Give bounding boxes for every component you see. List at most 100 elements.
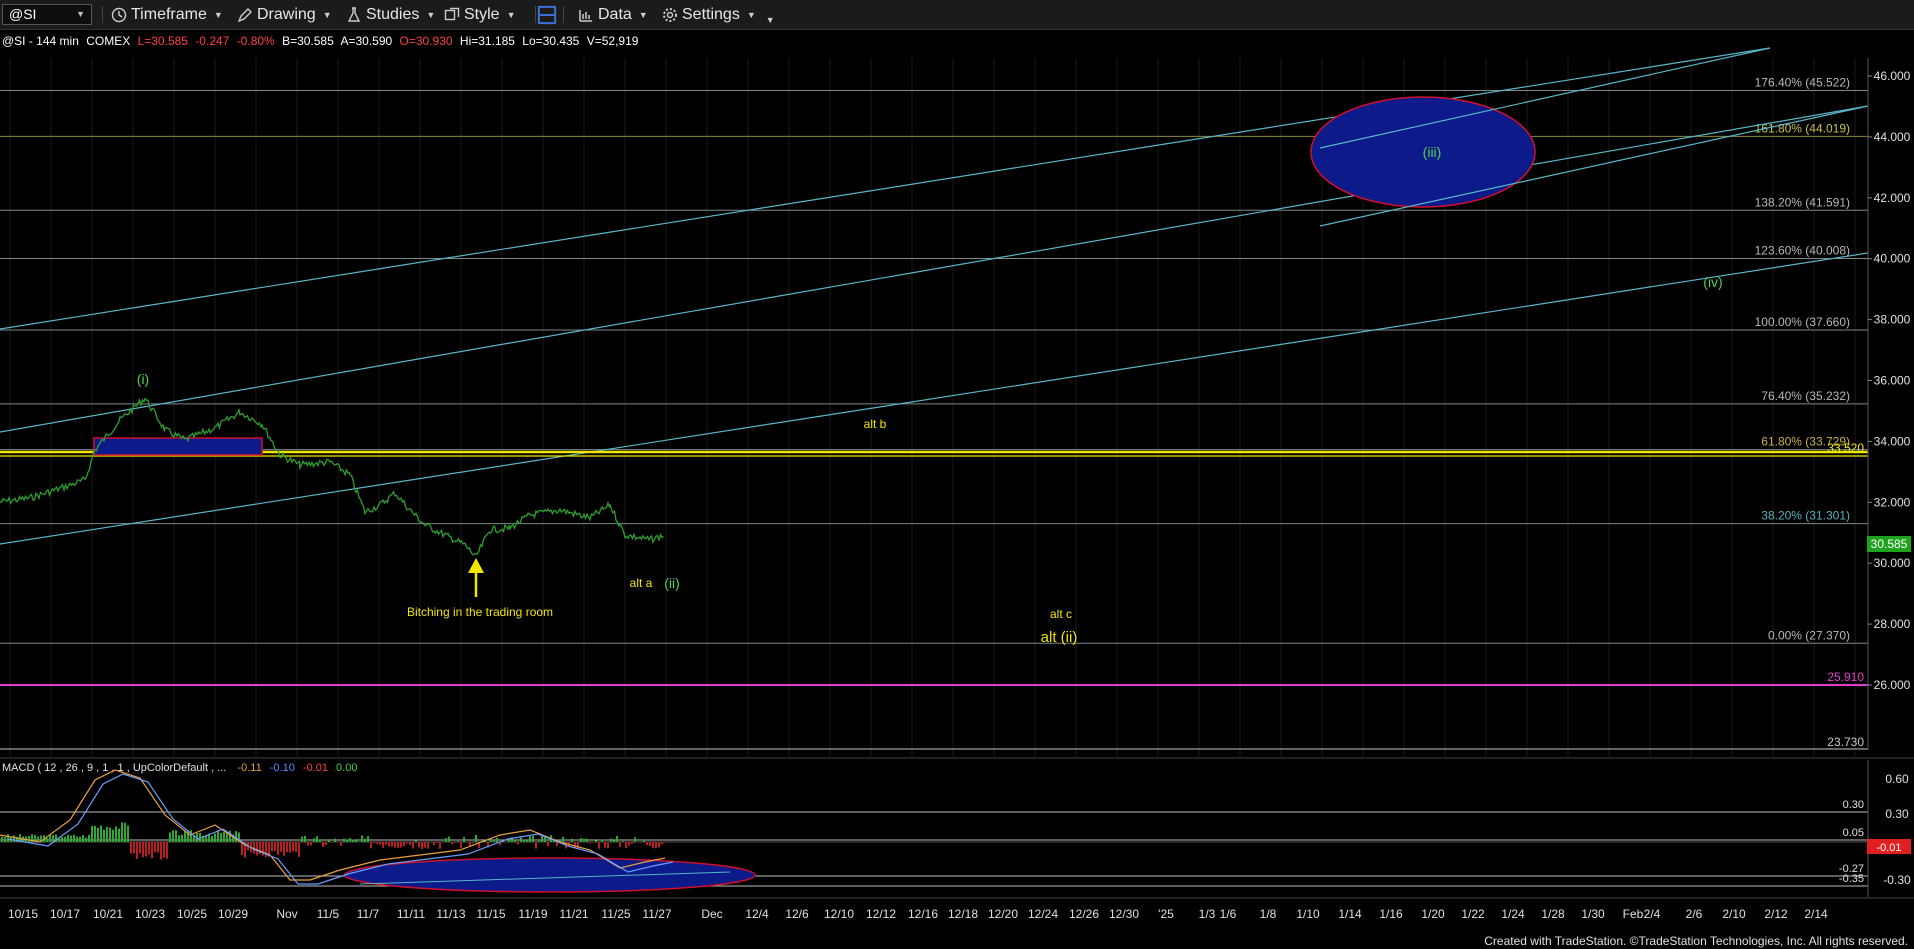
layout-icon bbox=[537, 5, 557, 24]
alt-b-label: alt b bbox=[864, 417, 887, 431]
time-axis-label: 12/6 bbox=[785, 907, 809, 921]
chevron-down-icon: ▼ bbox=[322, 9, 332, 20]
time-axis-label: 11/13 bbox=[436, 907, 465, 921]
symbol-value: @SI bbox=[9, 6, 37, 22]
time-axis-label: 11/19 bbox=[518, 907, 547, 921]
time-axis-label: 10/15 bbox=[8, 907, 38, 921]
magenta-level-label: 25.910 bbox=[1827, 670, 1864, 684]
time-axis-label: 12/4 bbox=[745, 907, 769, 921]
wave-i-label: (i) bbox=[137, 371, 149, 387]
alt-a-label: alt a bbox=[630, 576, 653, 590]
copyright-footer: Created with TradeStation. ©TradeStation… bbox=[1484, 934, 1908, 948]
drawing-button[interactable]: Drawing ▼ bbox=[237, 4, 332, 25]
studies-label: Studies bbox=[366, 5, 420, 23]
gear-icon bbox=[663, 7, 677, 22]
flask-icon bbox=[347, 6, 361, 22]
time-axis-label: 12/26 bbox=[1069, 907, 1099, 921]
macd-level-label-2: 0.05 bbox=[1843, 827, 1864, 839]
studies-button[interactable]: Studies ▼ bbox=[346, 4, 435, 25]
chevron-down-icon: ▼ bbox=[506, 9, 516, 20]
time-axis-label: 2/6 bbox=[1686, 907, 1703, 921]
time-axis-label: 11/7 bbox=[357, 907, 380, 921]
timeframe-label: Timeframe bbox=[131, 5, 207, 23]
time-axis-label: 1/30 bbox=[1581, 907, 1605, 921]
fib-level-label: 76.40% (35.232) bbox=[1761, 389, 1850, 403]
channel-line-bottom bbox=[0, 252, 1869, 545]
header-pct: -0.80% bbox=[237, 34, 275, 48]
header-ask: A=30.590 bbox=[340, 34, 392, 48]
time-axis-label: 1/8 bbox=[1260, 907, 1277, 921]
yellow-level-label: 33.520 bbox=[1827, 441, 1864, 455]
bottom-level-label: 23.730 bbox=[1827, 735, 1864, 749]
drawing-label: Drawing bbox=[257, 5, 316, 23]
toolbar-divider bbox=[535, 6, 536, 23]
macd-title: MACD ( 12 , 26 , 9 , 1 , 1 , UpColorDefa… bbox=[2, 762, 357, 774]
pencil-icon bbox=[237, 7, 252, 22]
fib-level-label: 176.40% (45.522) bbox=[1755, 76, 1850, 90]
channel-line-middle bbox=[0, 105, 1869, 433]
consolidation-box[interactable] bbox=[93, 437, 263, 456]
macd-histogram bbox=[1, 822, 663, 860]
last-price-label: 30.585 bbox=[1871, 537, 1908, 551]
time-axis-label: 1/22 bbox=[1461, 907, 1485, 921]
time-axis-label: 11/25 bbox=[601, 907, 630, 921]
header-open: O=30.930 bbox=[400, 34, 453, 48]
timeframe-button[interactable]: Timeframe ▼ bbox=[111, 4, 223, 25]
layout-button[interactable] bbox=[537, 4, 561, 25]
settings-label: Settings bbox=[682, 5, 740, 23]
fib-level-label: 138.20% (41.591) bbox=[1755, 195, 1850, 209]
macd-tick-mid: 0.30 bbox=[1885, 807, 1909, 821]
time-axis-label: 11/21 bbox=[559, 907, 588, 921]
chevron-down-icon: ▼ bbox=[213, 9, 223, 20]
fib-levels: 176.40% (45.522)161.80% (44.019)138.20% … bbox=[0, 76, 1868, 644]
header-symbol: @SI - 144 min bbox=[2, 34, 79, 48]
time-axis-label: 12/16 bbox=[908, 907, 938, 921]
time-axis-label: Feb bbox=[1623, 907, 1644, 921]
toolbar-divider bbox=[563, 6, 564, 23]
data-button[interactable]: Data ▼ bbox=[578, 4, 648, 25]
time-axis-label: 11/27 bbox=[642, 907, 671, 921]
alt-ii-label: alt (ii) bbox=[1041, 629, 1078, 646]
macd-value-2: -0.10 bbox=[270, 762, 295, 774]
time-axis-label: 12/30 bbox=[1109, 907, 1139, 921]
time-axis-label: Nov bbox=[276, 907, 297, 921]
symbol-selector[interactable]: @SI ▼ bbox=[2, 4, 92, 25]
time-axis[interactable]: 10/15 10/17 10/21 10/23 10/25 10/29 Nov 11/5 11/… bbox=[8, 907, 1828, 921]
alt-c-label: alt c bbox=[1050, 607, 1072, 621]
price-axis[interactable]: 46.000 44.000 42.000 40.000 38.000 36.000 34.0… bbox=[1868, 69, 1911, 692]
chevron-down-icon: ▼ bbox=[746, 9, 756, 20]
time-axis-label: 12/10 bbox=[824, 907, 854, 921]
style-button[interactable]: Style ▼ bbox=[444, 4, 516, 25]
time-axis-label: 12/18 bbox=[948, 907, 978, 921]
data-label: Data bbox=[598, 5, 632, 23]
chart-canvas[interactable]: @SI - 144 min COMEX L=30.585 -0.247 -0.8… bbox=[0, 29, 1914, 949]
header-high: Hi=31.185 bbox=[460, 34, 515, 48]
macd-value-4: 0.00 bbox=[336, 762, 357, 774]
price-tick-label: 44.000 bbox=[1874, 130, 1911, 144]
macd-ellipse[interactable] bbox=[344, 857, 756, 893]
header-volume: V=52,919 bbox=[587, 34, 639, 48]
wave-iv-label: (iv) bbox=[1703, 274, 1722, 290]
header-change: -0.247 bbox=[195, 34, 229, 48]
clock-icon bbox=[111, 7, 127, 22]
channel-line-top-overlay bbox=[1319, 47, 1771, 149]
header-last: L=30.585 bbox=[138, 34, 189, 48]
price-tick-label: 46.000 bbox=[1874, 69, 1911, 83]
macd-value-1: -0.11 bbox=[237, 762, 261, 774]
time-axis-label: 1/3 bbox=[1199, 907, 1216, 921]
macd-level-label-1: 0.30 bbox=[1843, 799, 1864, 811]
style-icon bbox=[444, 7, 460, 20]
settings-button[interactable]: Settings ▼ ▼ bbox=[662, 4, 775, 25]
chevron-down-icon: ▼ bbox=[76, 9, 85, 19]
time-axis-label: 11/11 bbox=[397, 907, 426, 921]
macd-value-3: -0.01 bbox=[303, 762, 328, 774]
header-low: Lo=30.435 bbox=[522, 34, 579, 48]
fib-level-label: 123.60% (40.008) bbox=[1755, 243, 1850, 257]
price-tick-label: 26.000 bbox=[1874, 678, 1911, 692]
bar-chart-icon bbox=[579, 9, 592, 22]
style-label: Style bbox=[464, 5, 500, 23]
time-axis-label: 10/21 bbox=[93, 907, 123, 921]
price-series bbox=[0, 397, 664, 556]
time-axis-label: 12/20 bbox=[988, 907, 1018, 921]
toolbar-overflow-icon[interactable]: ▼ bbox=[766, 15, 775, 25]
